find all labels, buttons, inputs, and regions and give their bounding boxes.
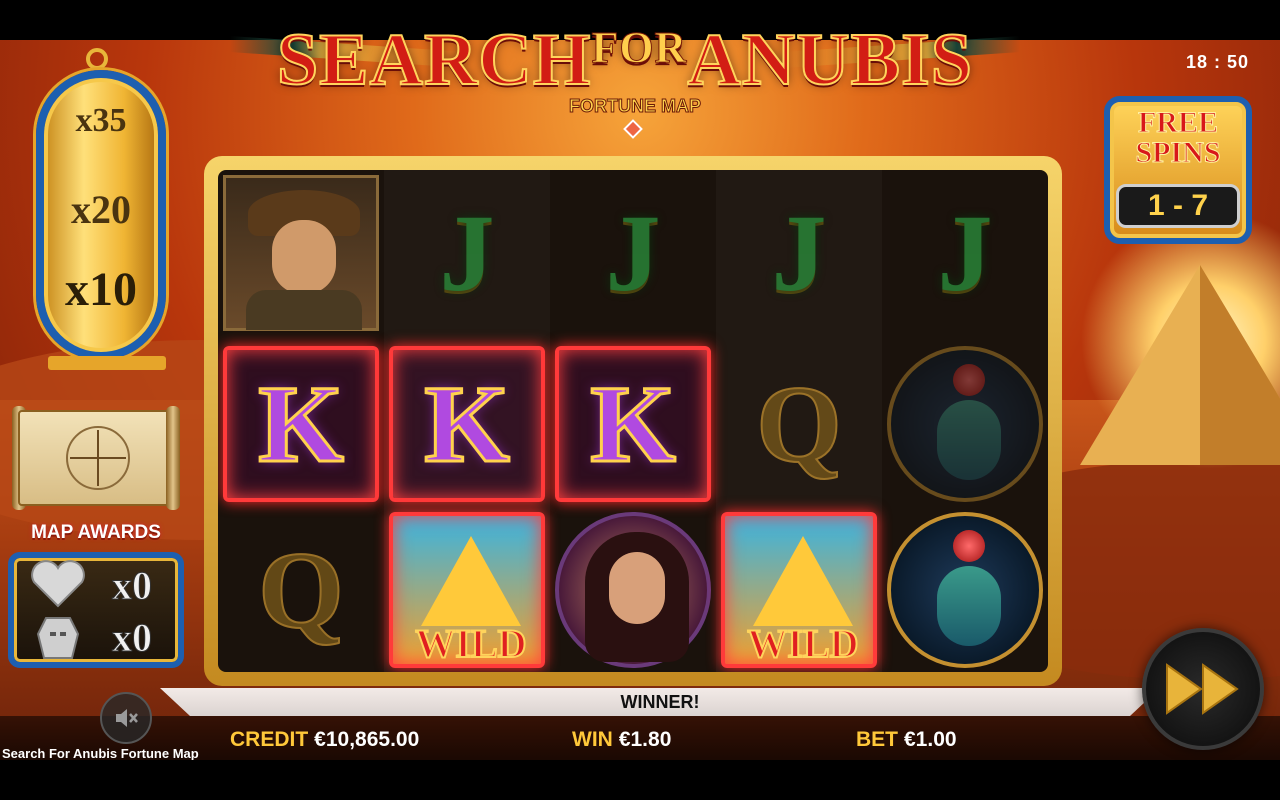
queen-face — [609, 552, 665, 624]
bet-value: €1.00 — [904, 728, 957, 751]
symbol-queen — [555, 512, 711, 668]
game-logo: SEARCHFORANUBIS FORTUNE MAP — [230, 10, 1020, 139]
symbol-q: Q — [755, 362, 843, 486]
cartouche-ring — [86, 48, 108, 70]
mute-button[interactable] — [100, 692, 152, 744]
bet-label: BET — [856, 728, 898, 751]
pyramid-shade — [1200, 265, 1280, 465]
cartouche-base — [48, 356, 166, 370]
heart-award-count: x0 — [112, 563, 153, 609]
compass-icon — [66, 426, 130, 490]
logo-subtitle: FORTUNE MAP — [569, 96, 702, 117]
fast-forward-icon — [1166, 663, 1239, 715]
symbol-scarab — [887, 512, 1043, 668]
speaker-muted-icon — [116, 709, 138, 727]
win-value: €1.80 — [618, 728, 672, 751]
credit-meter: CREDIT €10,865.00 — [230, 728, 419, 752]
explorer-body — [246, 290, 362, 330]
credit-value: €10,865.00 — [314, 728, 420, 751]
reel-grid: J J J J K K K Q Q WILD WILD — [218, 170, 1048, 672]
symbol-j: J — [439, 191, 495, 314]
logo-title-for: FOR — [591, 23, 688, 73]
symbol-explorer — [223, 175, 379, 331]
win-label: WIN — [572, 728, 613, 751]
symbol-wild-winning: WILD — [389, 512, 545, 668]
multiplier-x20: x20 — [71, 187, 131, 232]
wild-pyramid-icon — [421, 536, 521, 626]
scarab-body — [937, 566, 1001, 646]
anubis-mask-icon — [28, 614, 88, 662]
symbol-k-winning: K — [223, 346, 379, 502]
logo-title-search: SEARCH — [276, 18, 592, 102]
scarab-gem — [953, 530, 985, 562]
scarab-body — [937, 400, 1001, 480]
free-spins-title: FREE SPINS — [1135, 106, 1221, 169]
wild-pyramid-icon — [753, 536, 853, 626]
bet-meter[interactable]: BET €1.00 — [856, 728, 957, 752]
multiplier-x10: x10 — [65, 263, 137, 316]
credit-label: CREDIT — [230, 728, 309, 751]
multiplier-x35: x35 — [75, 102, 127, 139]
map-scroll-roll-right — [166, 406, 180, 510]
symbol-k-winning: K — [555, 346, 711, 502]
logo-title-anubis: ANUBIS — [686, 18, 973, 102]
free-spins-range: 1 - 7 — [1116, 184, 1240, 228]
explorer-face — [272, 220, 336, 294]
map-awards-label: MAP AWARDS — [31, 522, 161, 543]
clock: 18 : 50 — [1186, 52, 1250, 72]
symbol-k-winning: K — [389, 346, 545, 502]
win-meter: WIN €1.80 — [572, 728, 671, 752]
silver-heart-icon — [28, 560, 88, 608]
symbol-wild-winning: WILD — [721, 512, 877, 668]
symbol-j: J — [937, 191, 993, 314]
logo-title: SEARCHFORANUBIS — [270, 18, 980, 103]
symbol-q: Q — [257, 528, 345, 652]
spin-fast-forward-button[interactable] — [1142, 628, 1264, 750]
winner-text: WINNER! — [620, 692, 700, 712]
letterbox-bottom — [0, 760, 1280, 800]
symbol-scarab — [887, 346, 1043, 502]
mask-award-count: x0 — [112, 615, 153, 661]
wild-label: WILD — [414, 620, 527, 667]
scarab-gem — [953, 364, 985, 396]
wild-label: WILD — [746, 620, 859, 667]
game-name-label: Search For Anubis Fortune Map — [2, 746, 199, 761]
symbol-j: J — [771, 191, 827, 314]
symbol-j: J — [605, 191, 661, 314]
